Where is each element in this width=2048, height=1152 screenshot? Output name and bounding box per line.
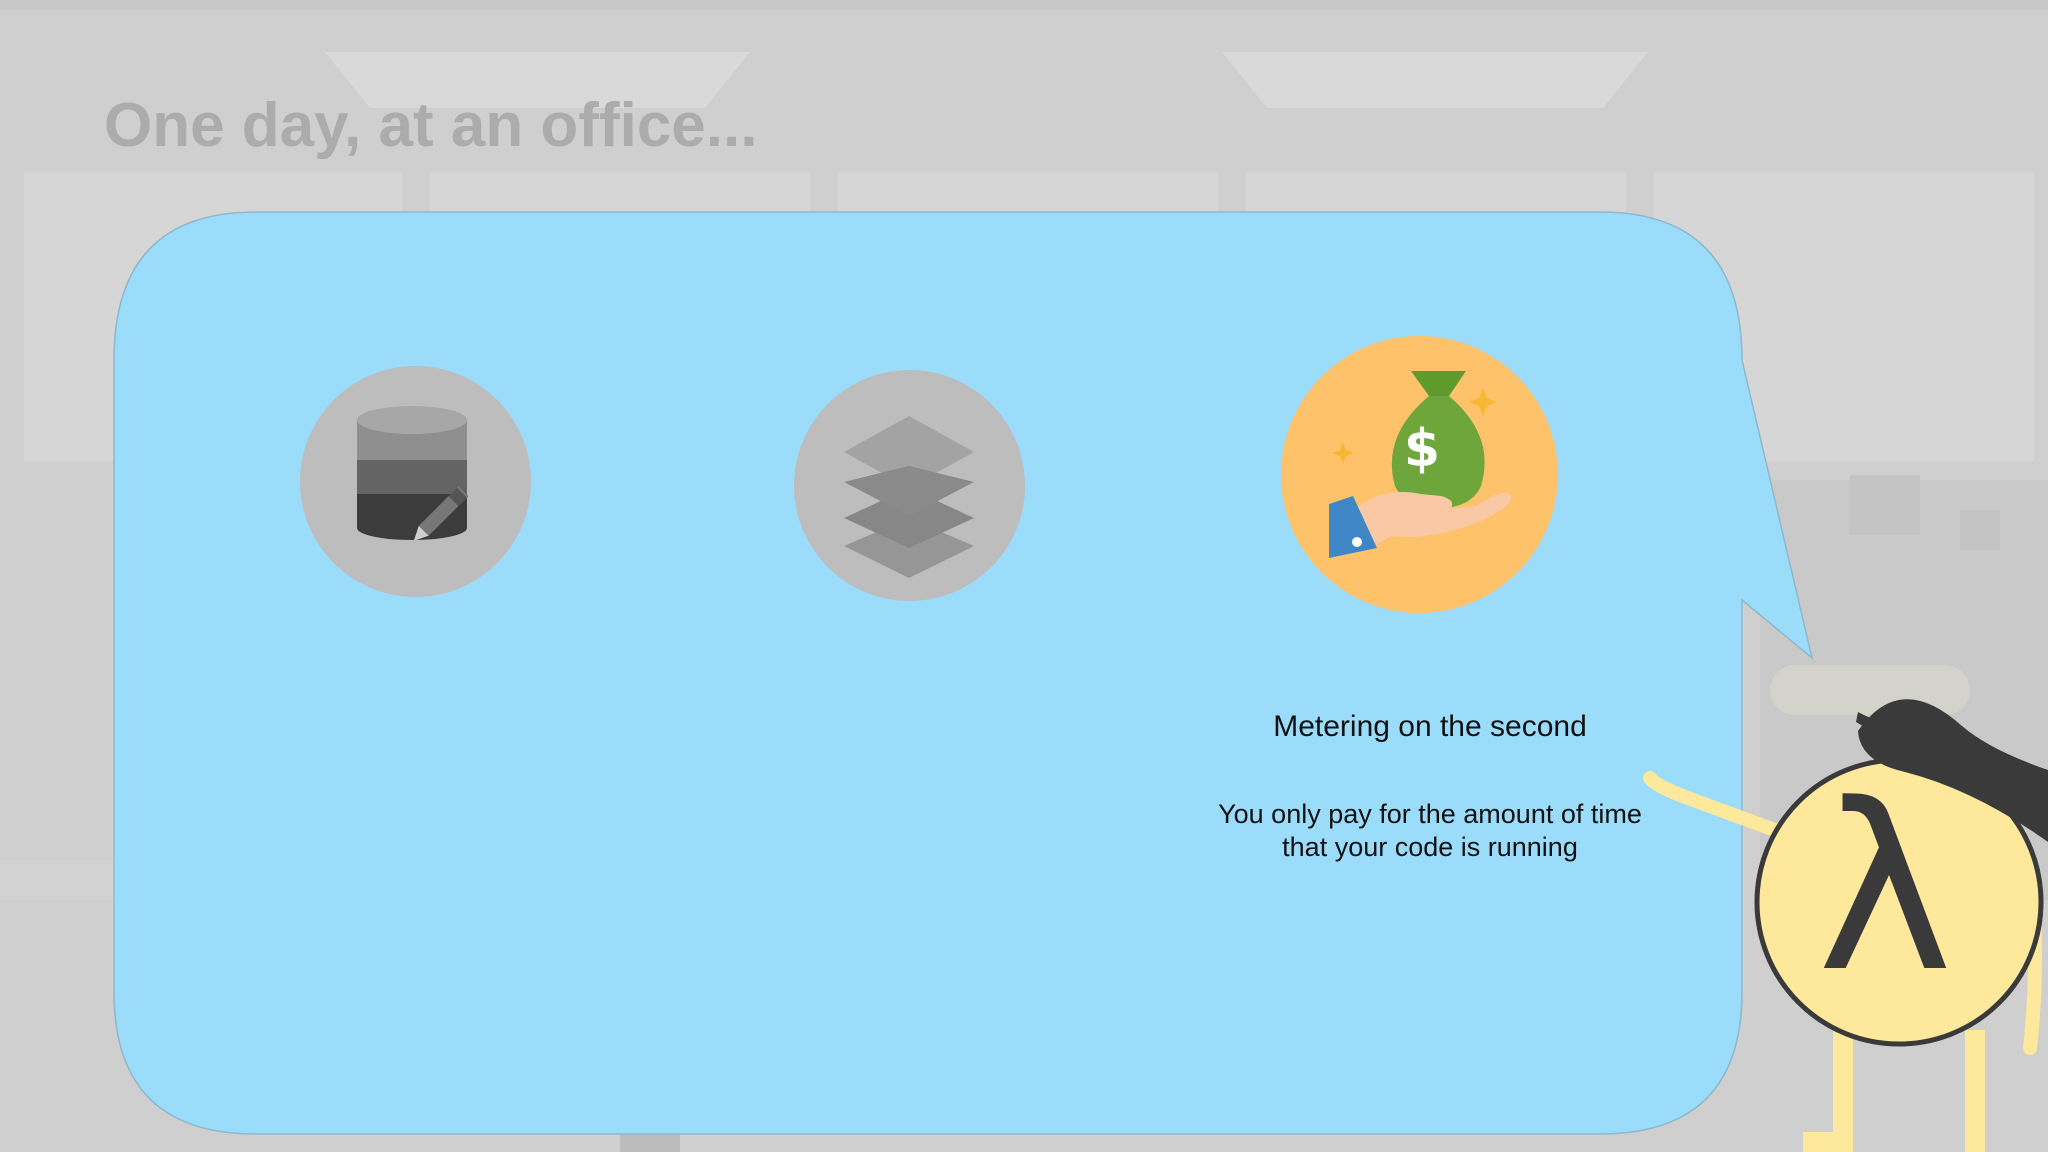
lambda-character-icon: λ — [1643, 699, 2048, 1152]
slide-stage: One day, at an office... $ Metering on t… — [0, 0, 2048, 1152]
lambda-symbol: λ — [1817, 756, 1953, 1023]
